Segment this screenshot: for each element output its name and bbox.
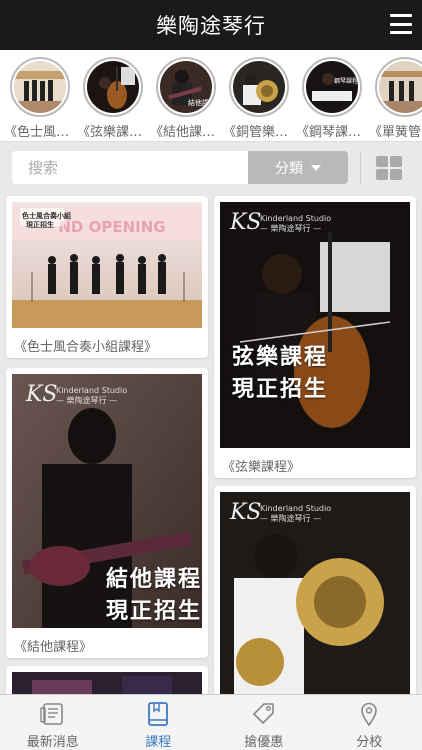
course-caption: 《結他課程》 — [14, 640, 93, 655]
studio-name: Kinderland Studio — 樂陶途琴行 — — [260, 214, 332, 233]
studio-logo: KS — [26, 382, 58, 407]
category-item-clarinet[interactable]: 《單簧管課程》 — [369, 50, 422, 141]
poster-headline: 弦樂課程 現正招生 — [232, 345, 329, 402]
category-label: 《色士風合奏小組課程》 — [4, 125, 76, 140]
course-image: KS Kinderland Studio — 樂陶途琴行 — 弦樂課程 現正招生 — [220, 202, 410, 448]
tab-branches[interactable]: 分校 — [317, 695, 422, 750]
category-item-guitar[interactable]: 結他課程 《結他課程》 — [150, 50, 222, 141]
app-screen: 樂陶途琴行 《色士風合奏小組課程》 《弦樂課程》 結他課程 《結他課程》 — [0, 0, 422, 750]
location-pin-icon — [361, 702, 378, 727]
tab-label: 課程 — [145, 735, 172, 750]
studio-name: Kinderland Studio — 樂陶途琴行 — — [56, 386, 128, 405]
course-image: KS Kinderland Studio — 樂陶途琴行 — 結他課程 現正招生 — [12, 374, 202, 628]
book-icon — [148, 702, 169, 726]
bottom-tab-bar: 最新消息 課程 搶優惠 分校 — [0, 694, 422, 750]
category-thumbnail — [379, 61, 422, 113]
course-card-partial[interactable] — [6, 666, 208, 694]
caret-down-icon — [311, 164, 321, 171]
category-dropdown-button[interactable]: 分類 — [248, 151, 348, 184]
tab-courses[interactable]: 課程 — [106, 695, 212, 750]
studio-logo: KS — [230, 210, 262, 235]
course-feed: ND OPENING 色士風合奏小組 現正招生 《色士風合奏小組課程》 KS K… — [0, 192, 422, 694]
course-image — [12, 672, 202, 694]
news-icon — [40, 703, 63, 725]
tab-deals[interactable]: 搶優惠 — [211, 695, 317, 750]
course-image: KS Kinderland Studio — 樂陶途琴行 — — [220, 492, 410, 694]
svg-text:結他課程: 結他課程 — [188, 98, 212, 107]
category-thumbnail: 鋼琴課程 — [306, 61, 358, 113]
tab-label: 最新消息 — [26, 735, 79, 750]
category-label: 《鋼琴課程》 — [296, 125, 368, 140]
course-card-strings[interactable]: KS Kinderland Studio — 樂陶途琴行 — 弦樂課程 現正招生 《… — [214, 196, 416, 478]
svg-text:ND OPENING: ND OPENING — [58, 218, 165, 236]
category-label: 《弦樂課程》 — [77, 125, 149, 140]
search-input[interactable] — [12, 151, 248, 184]
category-item-brass[interactable]: 《銅管樂課程》 — [223, 50, 295, 141]
svg-text:色士風合奏小組: 色士風合奏小組 — [22, 211, 71, 220]
course-card-saxophone[interactable]: ND OPENING 色士風合奏小組 現正招生 《色士風合奏小組課程》 — [6, 196, 208, 358]
course-caption: 《弦樂課程》 — [222, 460, 301, 475]
search-bar: 分類 — [0, 142, 422, 192]
category-thumbnail — [233, 61, 285, 113]
course-caption: 《色士風合奏小組課程》 — [14, 340, 158, 355]
divider — [360, 151, 361, 184]
category-label: 《銅管樂課程》 — [223, 125, 295, 140]
tag-icon — [252, 703, 274, 724]
menu-icon[interactable] — [390, 14, 412, 34]
studio-logo: KS — [230, 500, 262, 525]
category-thumbnail — [87, 61, 139, 113]
category-item-piano[interactable]: 鋼琴課程 《鋼琴課程》 — [296, 50, 368, 141]
course-image: ND OPENING 色士風合奏小組 現正招生 — [12, 202, 202, 328]
category-item-saxophone[interactable]: 《色士風合奏小組課程》 — [4, 50, 76, 141]
tab-label: 分校 — [356, 735, 383, 750]
svg-text:現正招生: 現正招生 — [26, 220, 54, 229]
grid-view-icon[interactable] — [376, 156, 402, 180]
app-title: 樂陶途琴行 — [156, 14, 266, 38]
tab-label: 搶優惠 — [244, 735, 284, 750]
category-strip: 《色士風合奏小組課程》 《弦樂課程》 結他課程 《結他課程》 《銅管樂課程》 鋼… — [0, 50, 422, 142]
tab-news[interactable]: 最新消息 — [0, 695, 106, 750]
category-thumbnail: 結他課程 — [160, 61, 212, 113]
category-dropdown-label: 分類 — [275, 160, 303, 177]
course-card-guitar[interactable]: KS Kinderland Studio — 樂陶途琴行 — 結他課程 現正招生 《… — [6, 368, 208, 658]
category-thumbnail — [14, 61, 66, 113]
studio-name: Kinderland Studio — 樂陶途琴行 — — [260, 504, 332, 523]
svg-text:鋼琴課程: 鋼琴課程 — [334, 77, 358, 85]
category-item-strings[interactable]: 《弦樂課程》 — [77, 50, 149, 141]
course-card-brass[interactable]: KS Kinderland Studio — 樂陶途琴行 — — [214, 486, 416, 694]
category-label: 《結他課程》 — [150, 125, 222, 140]
category-label: 《單簧管課程》 — [369, 125, 422, 140]
app-header: 樂陶途琴行 — [0, 0, 422, 50]
poster-headline: 結他課程 現正招生 — [106, 567, 202, 624]
